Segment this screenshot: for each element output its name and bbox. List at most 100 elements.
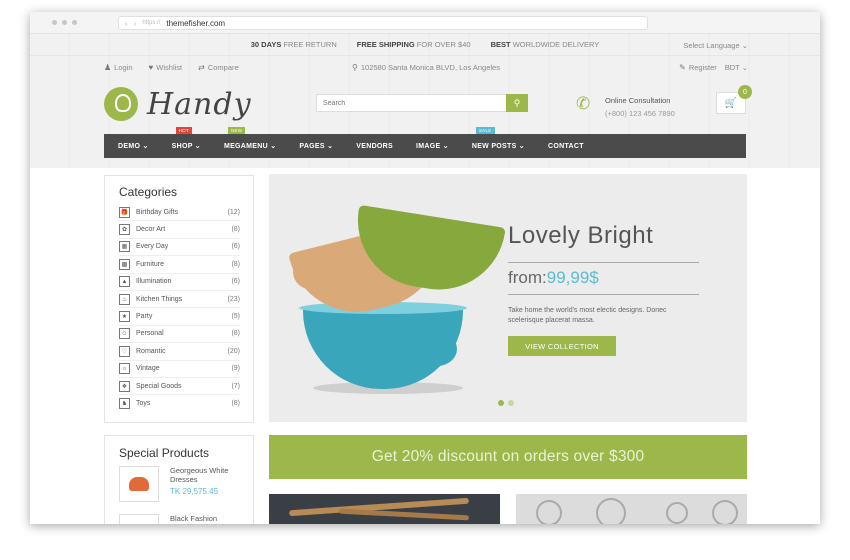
view-collection-button[interactable]: VIEW COLLECTION xyxy=(508,336,616,356)
personal-icon: ☺ xyxy=(119,328,130,340)
hero-title: Lovely Bright xyxy=(508,222,654,249)
sale-tag: SALE xyxy=(475,127,495,134)
close-dot[interactable] xyxy=(52,20,57,25)
hero-divider-2 xyxy=(508,294,699,295)
bowl-image xyxy=(596,498,626,524)
main-nav: DEMO ⌄ HOT SHOP ⌄ NEW MEGAMENU ⌄ PAGES ⌄ V… xyxy=(104,127,746,158)
gift-icon: 🎁 xyxy=(119,206,130,218)
browser-chrome: ‹ › https:// themefisher.com xyxy=(30,12,820,34)
location-pin-icon: ⚲ xyxy=(352,63,358,72)
user-icon: ♟ xyxy=(104,63,112,72)
url-protocol: https:// xyxy=(142,20,161,26)
category-item[interactable]: ☺ Personal (8) xyxy=(119,326,240,344)
lamp-icon: ▲ xyxy=(119,276,130,288)
category-item[interactable]: 🎁 Birthday Gifts (12) xyxy=(119,204,240,222)
cart-count-badge: 0 xyxy=(738,85,752,99)
nav-new-posts[interactable]: SALE NEW POSTS ⌄ xyxy=(472,127,525,150)
decor-icon: ✿ xyxy=(119,224,130,236)
address-bar[interactable]: ‹ › https:// themefisher.com xyxy=(118,16,648,30)
nav-vendors[interactable]: VENDORS xyxy=(356,143,393,150)
toy-horse-icon: ♞ xyxy=(119,398,130,410)
maximize-dot[interactable] xyxy=(72,20,77,25)
consultation-info: Online Consultation (+800) 123 456 7890 xyxy=(605,94,675,120)
window-controls xyxy=(52,20,77,25)
pencil-icon: ✎ xyxy=(679,63,686,72)
product-name[interactable]: Black Fashion xyxy=(170,514,246,523)
hero-description: Take home the world's most electic desig… xyxy=(508,307,667,324)
search-icon: ⚲ xyxy=(513,97,521,108)
promo-tile-kitchen[interactable] xyxy=(269,494,500,524)
browser-window: ‹ › https:// themefisher.com 30 DAYS FRE… xyxy=(30,12,820,524)
consultation-phone: (+800) 123 456 7890 xyxy=(605,109,675,118)
categories-title: Categories xyxy=(119,185,178,199)
slider-dots xyxy=(498,400,514,406)
saucer-image xyxy=(712,500,738,524)
product-thumbnail[interactable] xyxy=(119,514,159,524)
store-address: ⚲ 102580 Santa Monica BLVD, Los Angeles xyxy=(352,63,500,72)
search-input[interactable] xyxy=(316,94,506,112)
nav-contact[interactable]: CONTACT xyxy=(548,143,584,150)
calendar-icon: ▦ xyxy=(119,241,130,253)
search-form: ⚲ xyxy=(316,94,528,112)
heart-frame-icon: ♡ xyxy=(119,345,130,357)
currency-select[interactable]: BDT ⌄ xyxy=(725,63,748,72)
product-name[interactable]: Georgeous White Dresses xyxy=(170,466,246,484)
product-thumbnail[interactable] xyxy=(119,466,159,502)
language-select[interactable]: Select Language ⌄ xyxy=(683,41,748,50)
slider-dot-1[interactable] xyxy=(498,400,504,406)
search-button[interactable]: ⚲ xyxy=(506,94,528,112)
nav-megamenu[interactable]: NEW MEGAMENU ⌄ xyxy=(224,127,276,150)
category-item[interactable]: ☼ Vintage (9) xyxy=(119,361,240,378)
category-item[interactable]: ▲ Illumination (6) xyxy=(119,274,240,291)
category-item[interactable]: ✿ Decor Art (8) xyxy=(119,221,240,239)
nav-pages[interactable]: PAGES ⌄ xyxy=(299,142,333,150)
category-item[interactable]: ★ Party (5) xyxy=(119,308,240,326)
wishlist-link[interactable]: ♥ Wishlist xyxy=(149,63,183,72)
special-products-panel: Special Products Georgeous White Dresses… xyxy=(104,435,254,524)
category-item[interactable]: ▩ Furniture (8) xyxy=(119,256,240,274)
categories-panel: Categories 🎁 Birthday Gifts (12) ✿ Decor Ar… xyxy=(104,175,254,423)
hero-slider: Lovely Bright from:99,99$ Take home the … xyxy=(269,174,747,422)
forward-arrow-icon[interactable]: › xyxy=(134,19,137,28)
category-item[interactable]: ♨ Kitchen Things (23) xyxy=(119,291,240,309)
party-icon: ★ xyxy=(119,311,130,323)
minimize-dot[interactable] xyxy=(62,20,67,25)
new-tag: NEW xyxy=(227,127,246,134)
heart-icon: ♥ xyxy=(148,63,154,72)
consultation-title: Online Consultation xyxy=(605,96,671,105)
cart-icon: 🛒 xyxy=(724,97,738,109)
plate-image xyxy=(536,500,562,524)
blue-cup-image xyxy=(303,307,463,389)
hot-tag: HOT xyxy=(175,127,193,134)
nav-image[interactable]: IMAGE ⌄ xyxy=(416,142,449,150)
slider-dot-2[interactable] xyxy=(508,400,514,406)
nav-demo[interactable]: DEMO ⌄ xyxy=(118,142,149,150)
product-price: TK 29,575.45 xyxy=(170,487,219,496)
site-logo[interactable]: Handy xyxy=(147,87,252,122)
wooden-spatula-image xyxy=(338,508,470,521)
promo-delivery: BEST WORLDWIDE DELIVERY xyxy=(490,40,600,49)
vintage-icon: ☼ xyxy=(119,363,130,375)
register-link[interactable]: ✎ Register xyxy=(679,63,717,72)
promo-bar: 30 DAYS FREE RETURN FREE SHIPPING FOR OV… xyxy=(30,34,820,56)
category-item[interactable]: ♞ Toys (8) xyxy=(119,395,240,412)
promo-tile-tableware[interactable] xyxy=(516,494,747,524)
login-link[interactable]: ♟ Login xyxy=(104,63,133,72)
compare-icon: ⇄ xyxy=(198,63,205,72)
url-host: themefisher.com xyxy=(166,18,226,28)
kitchen-icon: ♨ xyxy=(119,293,130,305)
nav-shop[interactable]: HOT SHOP ⌄ xyxy=(172,127,201,150)
promo-shipping: FREE SHIPPING FOR OVER $40 xyxy=(356,40,471,49)
category-item[interactable]: ♡ Romantic (20) xyxy=(119,343,240,361)
discount-banner[interactable]: Get 20% discount on orders over $300 xyxy=(269,435,747,479)
cup-image xyxy=(666,502,688,524)
special-goods-icon: ❖ xyxy=(119,380,130,392)
back-arrow-icon[interactable]: ‹ xyxy=(125,19,128,28)
hero-divider xyxy=(508,262,699,263)
special-products-title: Special Products xyxy=(119,446,210,460)
lightbulb-logo-icon[interactable] xyxy=(104,87,138,121)
compare-link[interactable]: ⇄ Compare xyxy=(198,63,239,72)
chair-image xyxy=(129,477,149,491)
category-item[interactable]: ❖ Special Goods (7) xyxy=(119,378,240,396)
category-item[interactable]: ▦ Every Day (6) xyxy=(119,239,240,257)
